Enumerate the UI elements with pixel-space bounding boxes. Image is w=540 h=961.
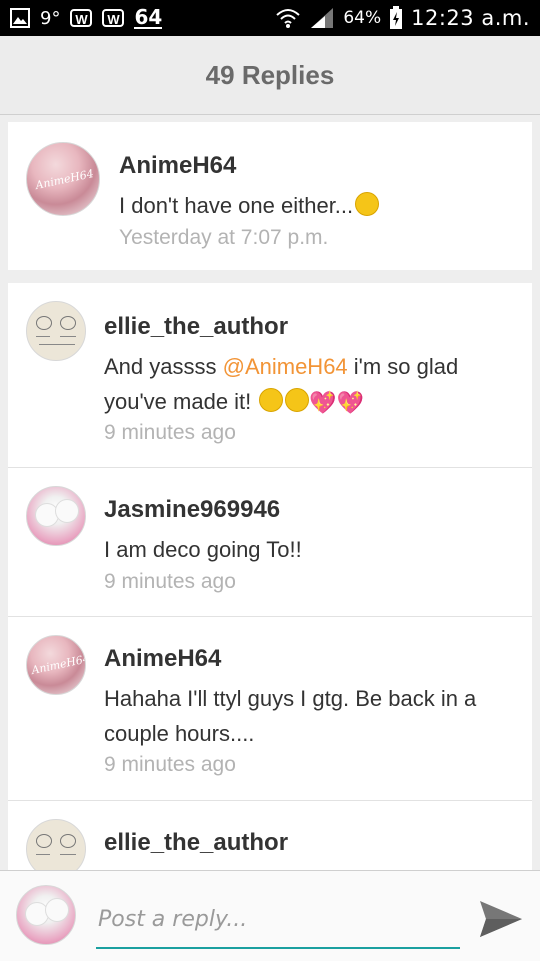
reply-username[interactable]: ellie_the_author [104, 829, 288, 857]
reply-message: And yassss @AnimeH64 i'm so glad you've … [104, 349, 514, 420]
reply-username[interactable]: ellie_the_author [104, 313, 288, 341]
reply-message: Hahaha I'll ttyl guys I gtg. Be back in … [104, 686, 477, 746]
reply-message-text: And yassss [104, 354, 223, 379]
battery-icon [390, 6, 403, 29]
avatar[interactable]: AnimeH64 [26, 142, 100, 216]
wifi-icon [276, 9, 301, 28]
original-post-card[interactable]: AnimeH64 AnimeH64 I don't have one eithe… [8, 122, 532, 270]
list-item[interactable]: ellie_the_author [8, 801, 532, 870]
list-item[interactable]: Jasmine969946 I am deco going To!! 9 min… [8, 468, 532, 617]
list-item[interactable]: ellie_the_author And yassss @AnimeH64 i'… [8, 283, 532, 468]
laughing-emoji-icon [259, 388, 284, 412]
w-app-icon-2: W [102, 9, 125, 27]
avatar-logo-text: AnimeH64 [34, 167, 95, 192]
notification-count: 64 [134, 5, 163, 29]
battery-percent: 64% [343, 8, 382, 28]
post-username[interactable]: AnimeH64 [119, 152, 236, 180]
reply-timestamp: 9 minutes ago [104, 421, 236, 444]
list-item[interactable]: AnimeH64 AnimeH64 Hahaha I'll ttyl guys … [8, 617, 532, 801]
laughing-emoji-icon-2 [285, 388, 310, 412]
post-message: I don't have one either... [119, 188, 380, 223]
w-app-icon: W [70, 9, 93, 27]
reply-bar [0, 870, 540, 961]
signal-icon [311, 8, 334, 28]
replies-list[interactable]: ellie_the_author And yassss @AnimeH64 i'… [8, 283, 532, 870]
reply-username[interactable]: AnimeH64 [104, 645, 221, 673]
grinning-emoji-icon [355, 192, 380, 216]
reply-input[interactable] [96, 891, 460, 949]
avatar[interactable] [26, 301, 86, 361]
mention-link[interactable]: @AnimeH64 [223, 354, 348, 379]
my-avatar[interactable] [16, 885, 76, 945]
gallery-icon [10, 8, 30, 28]
reply-timestamp: 9 minutes ago [104, 570, 236, 593]
avatar-logo-text: AnimeH64 [30, 652, 86, 677]
reply-timestamp: 9 minutes ago [104, 753, 236, 776]
sparkling-heart-icon: 💖 [309, 390, 337, 415]
replies-header: 49 Replies [0, 36, 540, 115]
post-message-text: I don't have one either... [119, 193, 354, 218]
status-bar: 9° W W 64 64% 12:23 a.m. [0, 0, 540, 36]
page-title: 49 Replies [205, 59, 335, 90]
reply-message: I am deco going To!! [104, 537, 302, 562]
reply-username[interactable]: Jasmine969946 [104, 496, 280, 524]
clock: 12:23 a.m. [411, 6, 530, 30]
post-timestamp: Yesterday at 7:07 p.m. [119, 226, 329, 249]
avatar[interactable]: AnimeH64 [26, 635, 86, 695]
send-icon[interactable] [478, 899, 524, 939]
avatar[interactable] [26, 819, 86, 870]
temperature-text: 9° [40, 7, 61, 29]
sparkling-heart-icon-2: 💖 [336, 390, 365, 415]
avatar[interactable] [26, 486, 86, 546]
